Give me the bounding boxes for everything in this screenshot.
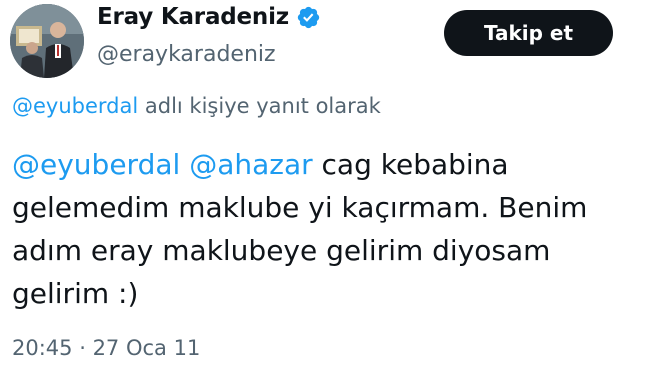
- tweet-text: @eyuberdal @ahazar cag kebabina gelemedi…: [12, 143, 662, 315]
- tweet-line-3: adım eray maklubeye gelirim diyosam: [12, 234, 551, 267]
- author-name-row: Eray Karadeniz: [97, 4, 321, 30]
- reply-context-text: adlı kişiye yanıt olarak: [138, 94, 381, 118]
- profile-photo-icon: [10, 4, 84, 78]
- author-display-name[interactable]: Eray Karadeniz: [97, 4, 289, 30]
- tweet-date: 27 Oca 11: [92, 336, 201, 360]
- mention-link-eyuberdal[interactable]: @eyuberdal: [12, 148, 180, 181]
- verified-badge-icon: [296, 5, 321, 30]
- tweet-line-4: gelirim :): [12, 277, 139, 310]
- tweet-card: Eray Karadeniz @eraykaradeniz Takip et @…: [0, 0, 672, 378]
- tweet-line-1-text: cag kebabina: [312, 148, 509, 181]
- tweet-line-2: gelemedim maklube yi kaçırmam. Benim: [12, 191, 588, 224]
- author-handle[interactable]: @eraykaradeniz: [97, 42, 276, 67]
- tweet-time: 20:45: [12, 336, 73, 360]
- tweet-timestamp[interactable]: 20:45 · 27 Oca 11: [12, 336, 200, 360]
- meta-separator: ·: [72, 336, 93, 360]
- mention-link-ahazar[interactable]: @ahazar: [189, 148, 312, 181]
- tweet-line-1: @eyuberdal @ahazar cag kebabina: [12, 143, 662, 186]
- reply-context: @eyuberdal adlı kişiye yanıt olarak: [12, 94, 381, 118]
- avatar[interactable]: [10, 4, 84, 78]
- reply-mention-link[interactable]: @eyuberdal: [12, 94, 138, 118]
- follow-button[interactable]: Takip et: [444, 10, 613, 56]
